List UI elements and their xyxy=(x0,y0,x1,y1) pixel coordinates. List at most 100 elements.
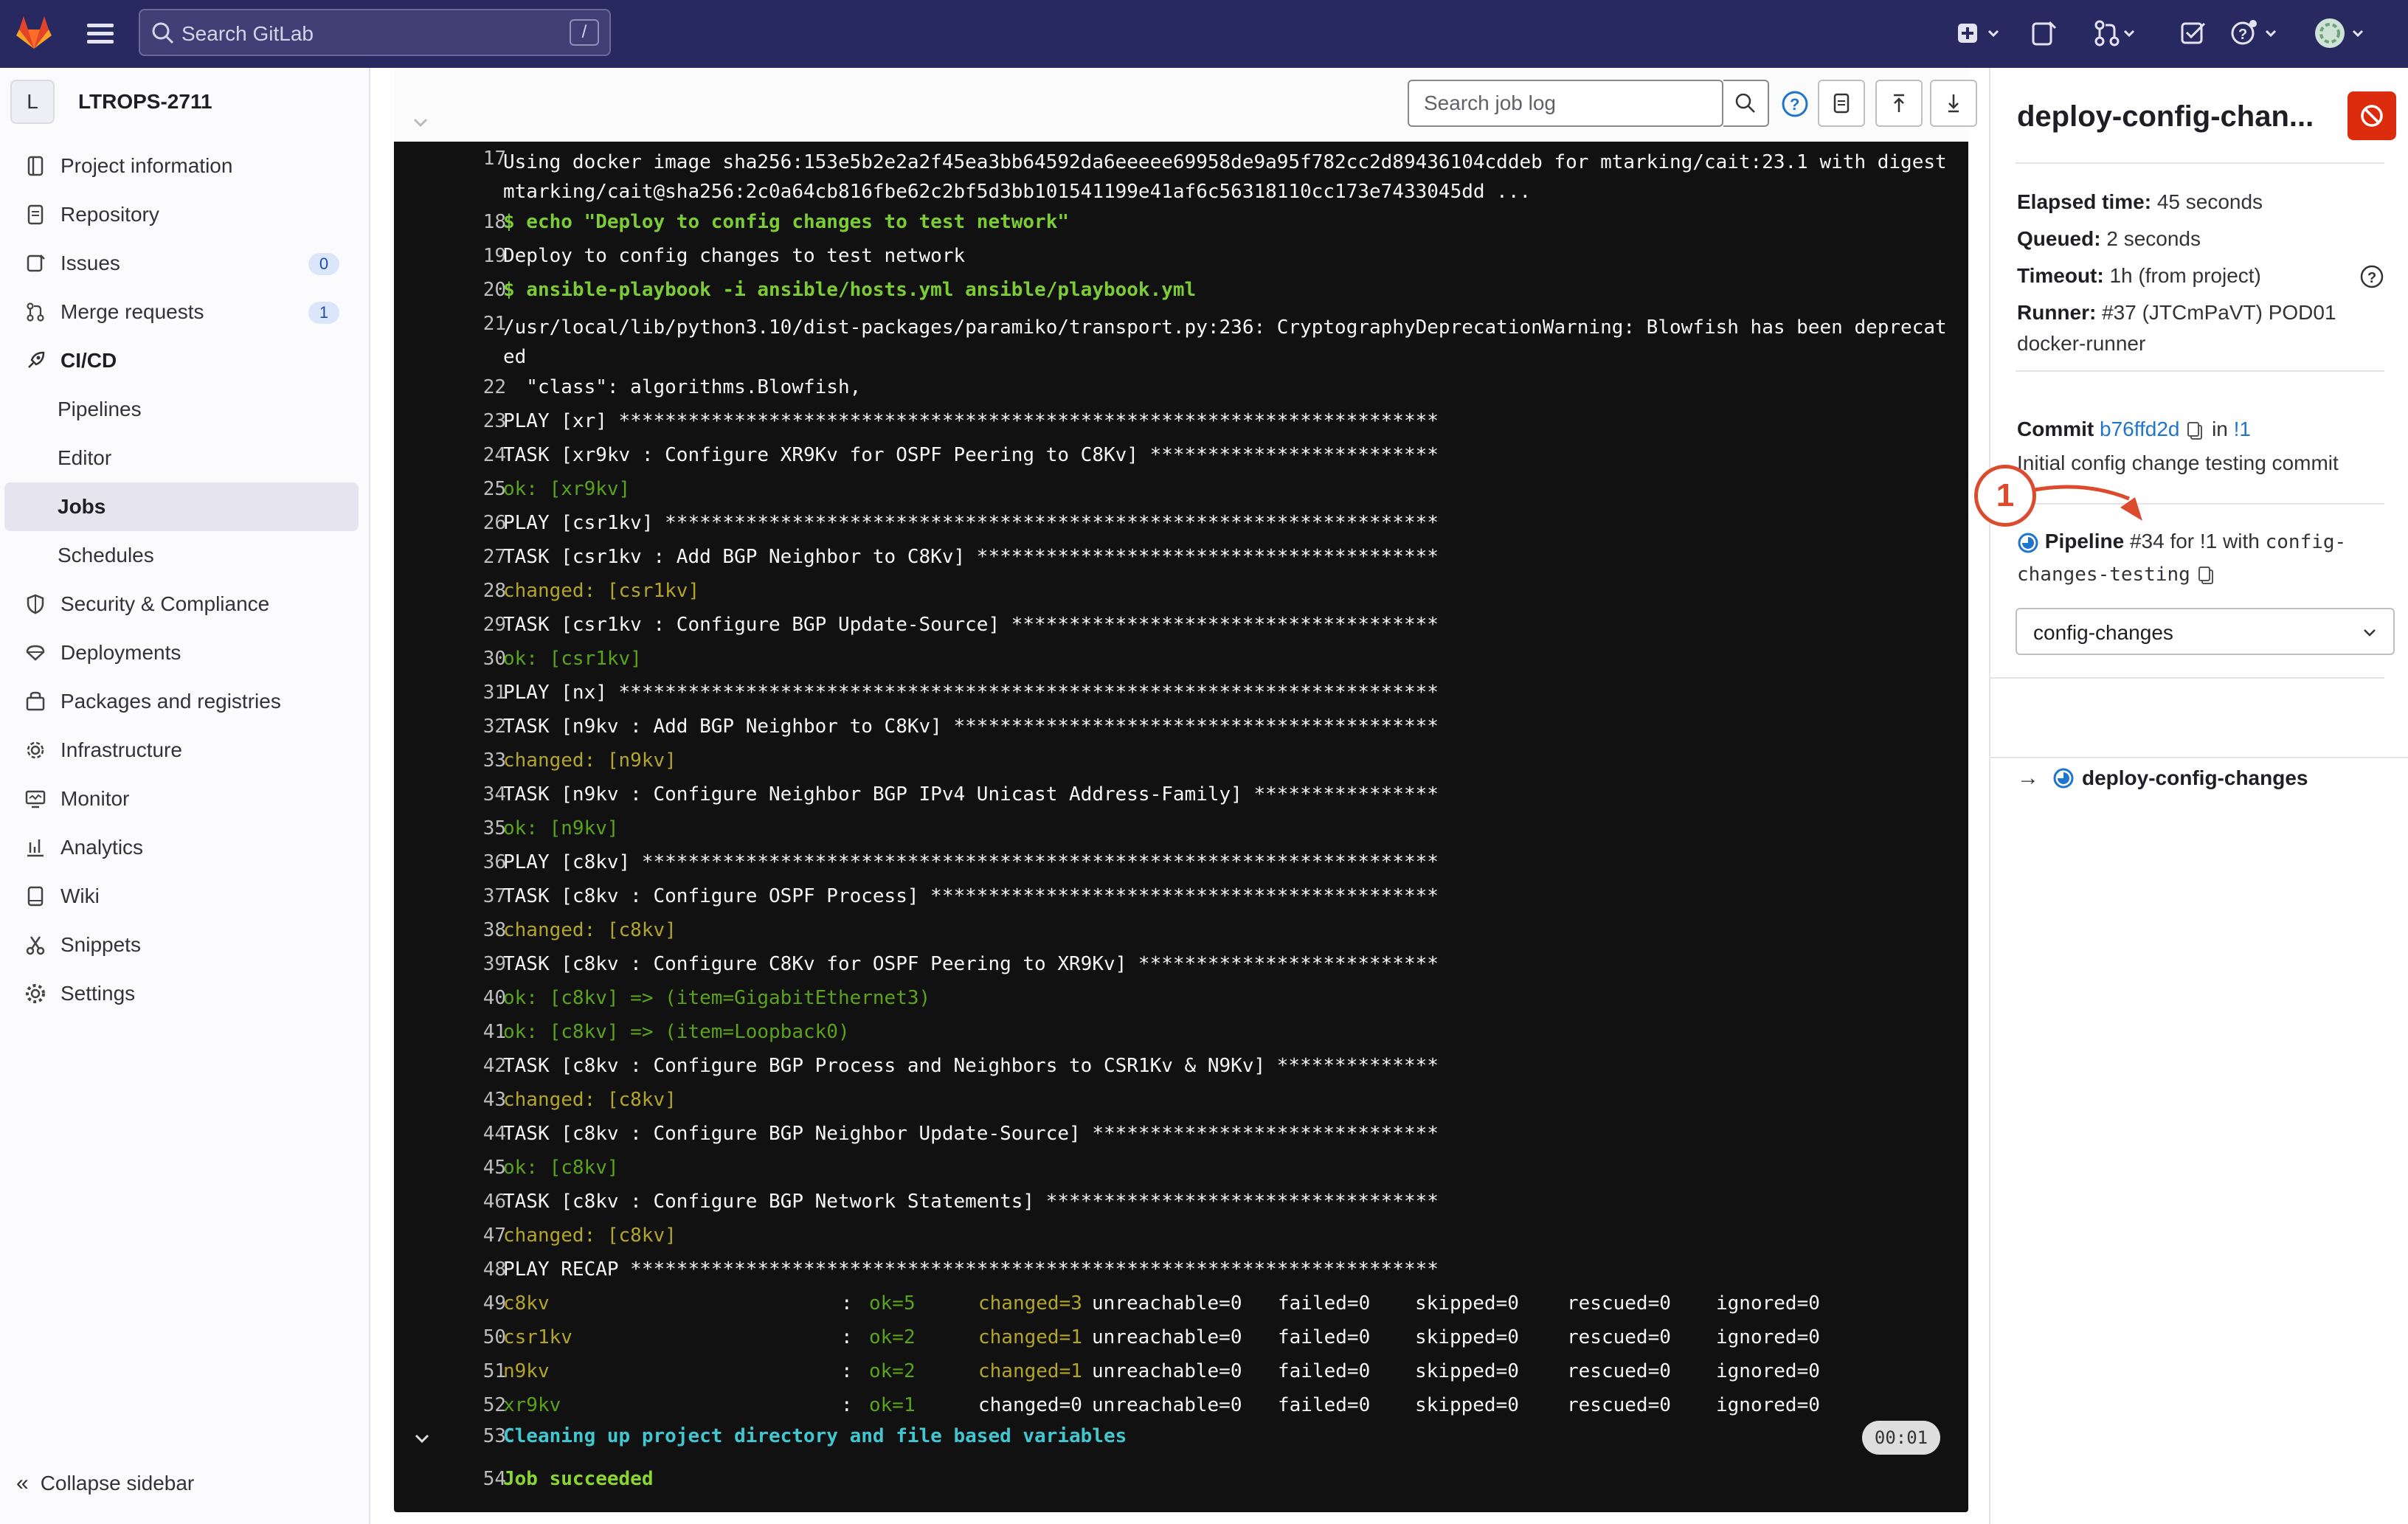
log-line-number[interactable]: 41 xyxy=(438,1021,506,1043)
divider xyxy=(1990,677,2384,679)
recap-skipped: skipped=0 xyxy=(1415,1360,1519,1382)
sidebar-item-snippets[interactable]: Snippets xyxy=(4,921,359,969)
project-header[interactable]: L LTROPS-2711 xyxy=(10,78,212,125)
chevron-down-icon[interactable] xyxy=(410,1427,434,1450)
log-line-number[interactable]: 17 xyxy=(438,148,506,170)
global-search-input[interactable]: Search GitLab / xyxy=(139,9,611,56)
log-line-number[interactable]: 54 xyxy=(438,1468,506,1490)
log-line-number[interactable]: 28 xyxy=(438,580,506,602)
pipeline-mr-link[interactable]: !1 xyxy=(2200,530,2217,553)
sidebar-item-deployments[interactable]: Deployments xyxy=(4,628,359,677)
log-line-number[interactable]: 34 xyxy=(438,783,506,806)
log-line-number[interactable]: 43 xyxy=(438,1089,506,1111)
sidebar-item-pipelines[interactable]: Pipelines xyxy=(4,385,359,434)
commit-sha-link[interactable]: b76ffd2d xyxy=(2100,418,2180,440)
sidebar-item-editor[interactable]: Editor xyxy=(4,434,359,482)
sidebar-item-monitor[interactable]: Monitor xyxy=(4,775,359,823)
log-line-number[interactable]: 49 xyxy=(438,1292,506,1315)
copy-icon[interactable] xyxy=(2196,564,2217,586)
user-avatar[interactable] xyxy=(2312,16,2378,50)
log-line-number[interactable]: 30 xyxy=(438,648,506,670)
sidebar-item-analytics[interactable]: Analytics xyxy=(4,823,359,872)
log-line-number[interactable]: 50 xyxy=(438,1326,506,1348)
log-line-number[interactable]: 36 xyxy=(438,851,506,873)
log-line-number[interactable]: 33 xyxy=(438,749,506,772)
log-line-number[interactable]: 37 xyxy=(438,885,506,907)
log-line-number[interactable]: 19 xyxy=(438,245,506,267)
log-line-number[interactable]: 24 xyxy=(438,444,506,466)
log-line-number[interactable]: 46 xyxy=(438,1191,506,1213)
sidebar-item-merge-requests[interactable]: Merge requests 1 xyxy=(4,288,359,336)
merge-requests-icon[interactable] xyxy=(2092,16,2144,50)
todo-icon[interactable] xyxy=(2176,16,2210,50)
sidebar-item-label: Analytics xyxy=(60,836,144,859)
sidebar-item-wiki[interactable]: Wiki xyxy=(4,872,359,921)
log-line-number[interactable]: 52 xyxy=(438,1394,506,1416)
cancel-job-button[interactable] xyxy=(2348,91,2396,140)
gitlab-logo-icon[interactable] xyxy=(13,12,55,53)
create-new-icon[interactable] xyxy=(1955,16,2007,50)
log-line-number[interactable]: 26 xyxy=(438,512,506,534)
collapse-sidebar-button[interactable]: « Collapse sidebar xyxy=(16,1471,194,1496)
log-line-number[interactable]: 48 xyxy=(438,1258,506,1281)
job-log-search-input[interactable] xyxy=(1424,91,1689,115)
sidebar-item-repository[interactable]: Repository xyxy=(4,190,359,239)
log-line-number[interactable]: 21 xyxy=(438,313,506,335)
recap-unreachable: unreachable=0 xyxy=(1092,1360,1242,1382)
scroll-to-bottom-button[interactable] xyxy=(1930,80,1977,127)
sidebar-item-schedules[interactable]: Schedules xyxy=(4,531,359,580)
chevron-down-icon[interactable] xyxy=(409,111,432,134)
log-line-number[interactable]: 23 xyxy=(438,410,506,432)
help-circle-icon[interactable]: ? xyxy=(1781,90,1809,118)
log-line-number[interactable]: 35 xyxy=(438,817,506,839)
log-line-number[interactable]: 22 xyxy=(438,376,506,398)
log-line-number[interactable]: 42 xyxy=(438,1055,506,1077)
log-line-number[interactable]: 29 xyxy=(438,614,506,636)
timeout-help-icon[interactable]: ? xyxy=(2359,264,2384,289)
menu-icon[interactable] xyxy=(83,19,118,49)
deployments-icon xyxy=(22,640,49,666)
scroll-to-top-button[interactable] xyxy=(1875,80,1923,127)
log-line-number[interactable]: 51 xyxy=(438,1360,506,1382)
sidebar-item-infrastructure[interactable]: Infrastructure xyxy=(4,726,359,775)
log-line-number[interactable]: 45 xyxy=(438,1157,506,1179)
sidebar-item-project-information[interactable]: Project information xyxy=(4,142,359,190)
commit-info: Commit b76ffd2d in !1 xyxy=(2017,418,2251,442)
sidebar-item-packages-registries[interactable]: Packages and registries xyxy=(4,677,359,726)
sidebar-item-jobs[interactable]: Jobs xyxy=(4,482,359,531)
sidebar-item-security-compliance[interactable]: Security & Compliance xyxy=(4,580,359,628)
show-raw-button[interactable] xyxy=(1818,80,1865,127)
log-line-number[interactable]: 18 xyxy=(438,211,506,233)
log-line-number[interactable]: 47 xyxy=(438,1225,506,1247)
log-line-number[interactable]: 31 xyxy=(438,682,506,704)
sidebar-item-label: CI/CD xyxy=(60,349,117,372)
sidebar-item-issues[interactable]: Issues 0 xyxy=(4,239,359,288)
log-line-number[interactable]: 44 xyxy=(438,1123,506,1145)
copy-icon[interactable] xyxy=(2185,420,2206,442)
log-line-number[interactable]: 25 xyxy=(438,478,506,500)
log-line-number[interactable]: 53 xyxy=(438,1425,506,1447)
annotation-arrow-icon xyxy=(2034,485,2142,521)
log-line-number[interactable]: 38 xyxy=(438,919,506,941)
log-line-number[interactable]: 32 xyxy=(438,716,506,738)
pipeline-branch-part2[interactable]: changes-testing xyxy=(2017,564,2190,586)
sidebar-item-cicd[interactable]: CI/CD xyxy=(4,336,359,385)
log-line-text: $ ansible-playbook -i ansible/hosts.yml … xyxy=(503,279,1197,301)
cancel-icon xyxy=(2361,105,2383,127)
current-job-row[interactable]: → deploy-config-changes xyxy=(2017,766,2308,791)
commit-mr-link[interactable]: !1 xyxy=(2234,418,2251,440)
stage-dropdown[interactable]: config-changes xyxy=(2016,608,2395,655)
log-line-text: Deploy to config changes to test network xyxy=(503,245,966,267)
issues-icon[interactable] xyxy=(2027,16,2061,50)
log-line-number[interactable]: 27 xyxy=(438,546,506,568)
log-line-number[interactable]: 40 xyxy=(438,987,506,1009)
log-line-number[interactable]: 39 xyxy=(438,953,506,975)
sidebar-item-settings[interactable]: Settings xyxy=(4,969,359,1018)
pipeline-branch-part1[interactable]: config- xyxy=(2266,531,2347,553)
job-link[interactable]: deploy-config-changes xyxy=(2082,766,2308,790)
log-line-text: changed: [n9kv] xyxy=(503,749,677,772)
job-log-search-button[interactable] xyxy=(1723,80,1769,127)
help-icon[interactable]: ? xyxy=(2228,16,2287,50)
job-log-search-field[interactable] xyxy=(1408,80,1723,127)
log-line-number[interactable]: 20 xyxy=(438,279,506,301)
